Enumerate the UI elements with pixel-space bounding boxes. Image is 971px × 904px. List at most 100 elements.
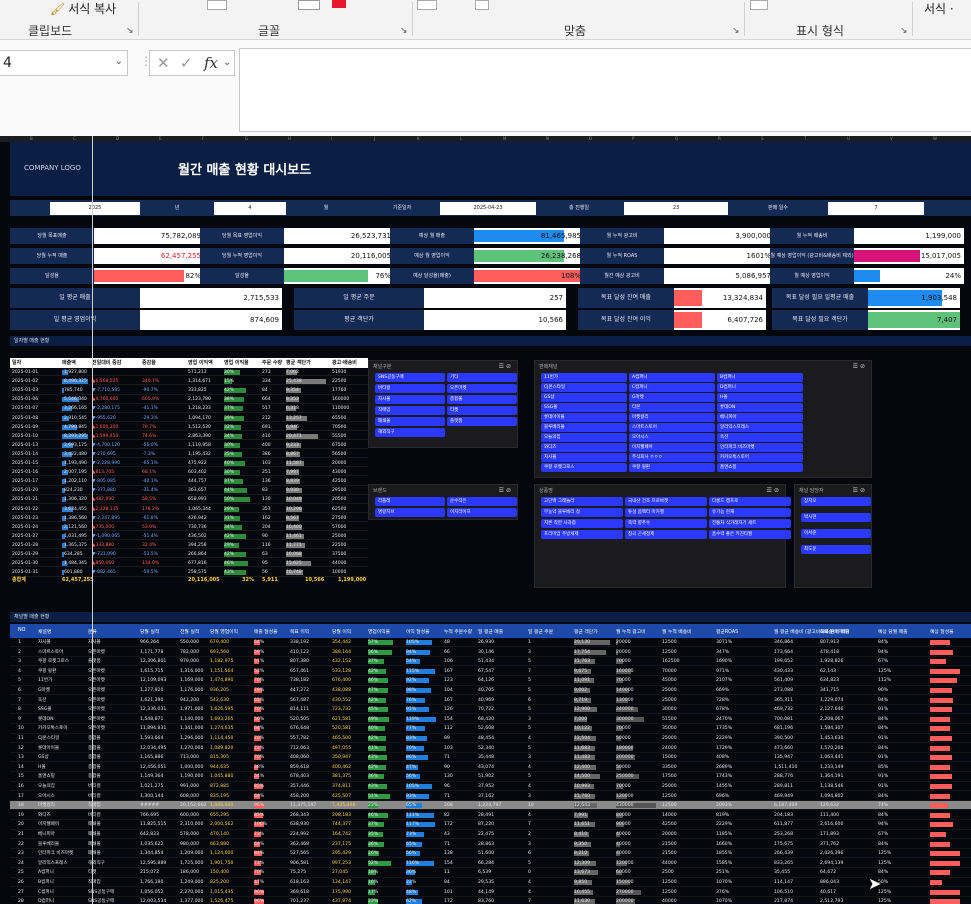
format-painter-button[interactable]: 🖌 서식 복사 [50,0,116,17]
slicer-item[interactable]: 종합몰 [447,395,517,404]
channel-cell: 374,811 [332,784,351,789]
daily-cell: 65500 [332,415,347,421]
number-format-box[interactable] [750,0,768,10]
slicer-item[interactable]: CJ온스타일 [541,383,627,392]
slicer-item[interactable]: 죽력 향추수 [625,519,707,528]
slicer-item[interactable]: SSG몰 [541,403,627,412]
year-input[interactable]: 2025 [50,202,140,215]
slicer-item[interactable]: 튜설 콤팩터 마카젤 [625,508,707,517]
clipboard-launcher-icon[interactable]: ↘ [126,26,134,36]
slicer-item[interactable]: 이지웰페어 [629,443,715,452]
slicer-item[interactable]: 오늘의집 [541,433,627,442]
daily-cell: 9,930 [286,488,299,494]
slicer-item[interactable]: 블루베리몰 [541,423,627,432]
base-date-input[interactable]: 2025-04-23 [440,202,536,215]
slicer-item[interactable]: 티켓 [447,406,517,415]
slicer-item[interactable]: 청곡 곤세정제 [625,530,707,539]
slicer-item[interactable]: 해외직구 [375,428,445,437]
insert-function-icon[interactable]: fx [204,54,218,72]
slicer-item[interactable]: 카카오톡스토어 [717,453,803,462]
daily-cell: 20500 [332,497,347,503]
slicer-item[interactable]: D컴퍼니 [717,383,803,392]
slicer-item[interactable]: 쿠팡 로켓그로스 [541,463,627,472]
slicer-item[interactable]: 티몬 [629,403,715,412]
font-color-box[interactable] [298,0,320,10]
slicer-item[interactable]: 롯데아이몰 [541,413,627,422]
slicer-item[interactable]: 베니피아 [717,413,803,422]
slicer-item[interactable]: 옥션 [717,433,803,442]
slicer-item[interactable]: SNS공동구매 [375,373,445,382]
slicer-item[interactable]: 자사몰 [541,453,627,462]
slicer-item[interactable]: 쿠팡 윙판 [629,463,715,472]
slicer-item[interactable]: B컴퍼니 [717,373,803,382]
daily-cell: 44000 [332,561,347,567]
slicer-item[interactable]: 폐쇄몰 [375,417,445,426]
slicer-item[interactable]: A컴퍼니 [629,373,715,382]
slicer-item[interactable]: 스마트스토어 [629,423,715,432]
clear-filter-icon[interactable]: ☰ ⊘ [499,363,511,370]
slicer-item[interactable]: 장지오 [801,497,871,506]
slicer-item[interactable]: 박시현 [801,513,871,522]
channel-row: 24 알리익스프레스 해외직구 12,595,889 1,725,000 1,901,75… [10,859,971,869]
clear-filter-icon[interactable]: ☰ ⊘ [499,487,511,494]
slicer-item[interactable]: 오픈마켓 [447,384,517,393]
format-menu-button[interactable]: 서식 · [924,0,954,17]
slicer-item[interactable]: 순수작은 [447,497,517,506]
slicer-item[interactable]: C컴퍼니 [629,383,715,392]
slicer-item[interactable]: 오아시스 [629,433,715,442]
clear-filter-icon[interactable]: ☰ ⊘ [767,487,779,494]
slicer-item[interactable]: 다롱드 캠프로 [709,497,791,506]
slicer-item[interactable]: 주식회사 ㅇㅇㅇ [629,453,715,462]
slicer-item[interactable]: 기타 [447,373,517,382]
number-launcher-icon[interactable]: ↘ [900,26,908,36]
slicer-item[interactable]: G마켓 [629,393,715,402]
slicer-item[interactable]: 이서준 [801,529,871,538]
slicer-item[interactable]: 라플레 [375,497,445,506]
slicer-item[interactable]: 11번가 [541,373,627,382]
slicer-item[interactable]: 마켓컬리 [629,413,715,422]
slicer-item[interactable]: 와디즈 [541,443,627,452]
slicer-item[interactable]: 무농약 블루베리 청 [541,508,623,517]
expected-bar [930,716,951,722]
chevron-down-icon[interactable]: ⌄ [115,56,123,67]
slicer-item[interactable]: 명랑치브 [375,508,445,517]
align-box[interactable] [417,0,437,10]
daily-row: 2025-01-16 2,007,195 ▲813,705 68.1% 603,402 3… [10,469,368,477]
slicer-item[interactable]: 자사몰 [375,395,445,404]
slicer-item[interactable]: 이지라이프 [447,508,517,517]
spreadsheet-grid[interactable]: BCDEFGHIJKLMNOPQRSTUVW COMPANY LOGO 월간 매… [0,136,971,904]
cancel-icon[interactable]: ✕ [157,54,170,72]
slicer-item[interactable]: 알리익스프레스 [717,423,803,432]
slicer-item[interactable]: 최도운 [801,545,871,554]
align-box-2[interactable] [475,0,489,10]
slicer-item[interactable]: 전통차 식가래자기 세트 [709,519,791,528]
slicer-item[interactable]: 유기농 현재 [709,508,791,517]
slicer-item[interactable]: 흡수력 좋은 키친타월 [709,530,791,539]
slicer-item[interactable]: 플랫폼 [447,417,517,426]
alignment-launcher-icon[interactable]: ↘ [732,26,740,36]
slicer-item[interactable]: 고단백 그래놀라 [541,497,623,506]
font-launcher-icon[interactable]: ↘ [400,26,408,36]
chevron-down-icon[interactable]: ⌄ [223,57,231,68]
enter-icon[interactable]: ✓ [180,54,193,72]
channel-cell: 1,056,052 [140,889,164,895]
slicer-3: 상품명 ☰ ⊘ 고단백 그래놀라 국내산 건조 프로바젯 다롱드 캠프로 무농약 블루베리… [534,484,791,588]
slicer-item[interactable]: 인터파크 비즈마켓 [717,443,803,452]
slicer-item[interactable]: 홈앤쇼핑 [717,463,803,472]
clear-filter-icon[interactable]: ☰ ⊘ [853,487,865,494]
month-input[interactable]: 4 [214,202,286,215]
font-size-box[interactable] [207,0,227,10]
slicer-item[interactable]: H몰 [717,393,803,402]
formula-input[interactable] [239,48,971,132]
slicer-item[interactable]: 프리미엄 주방세제 [541,530,623,539]
slicer-item[interactable]: GS샵 [541,393,627,402]
slicer-item[interactable]: 롯데ON [717,403,803,412]
slicer-item[interactable]: 직매입 [375,406,445,415]
slicer-item[interactable]: 지른 착한 사과즙 [541,519,623,528]
daily-cell: 2025-01-21 [12,497,39,503]
channel-cell: 1,274,635 [210,726,234,732]
clear-filter-icon[interactable]: ☰ ⊘ [853,363,865,370]
slicer-item[interactable]: 국내산 건조 프로바젯 [625,497,707,506]
name-box[interactable]: 4 ⌄ [0,50,128,76]
slicer-item[interactable]: 버티컬 [375,384,445,393]
